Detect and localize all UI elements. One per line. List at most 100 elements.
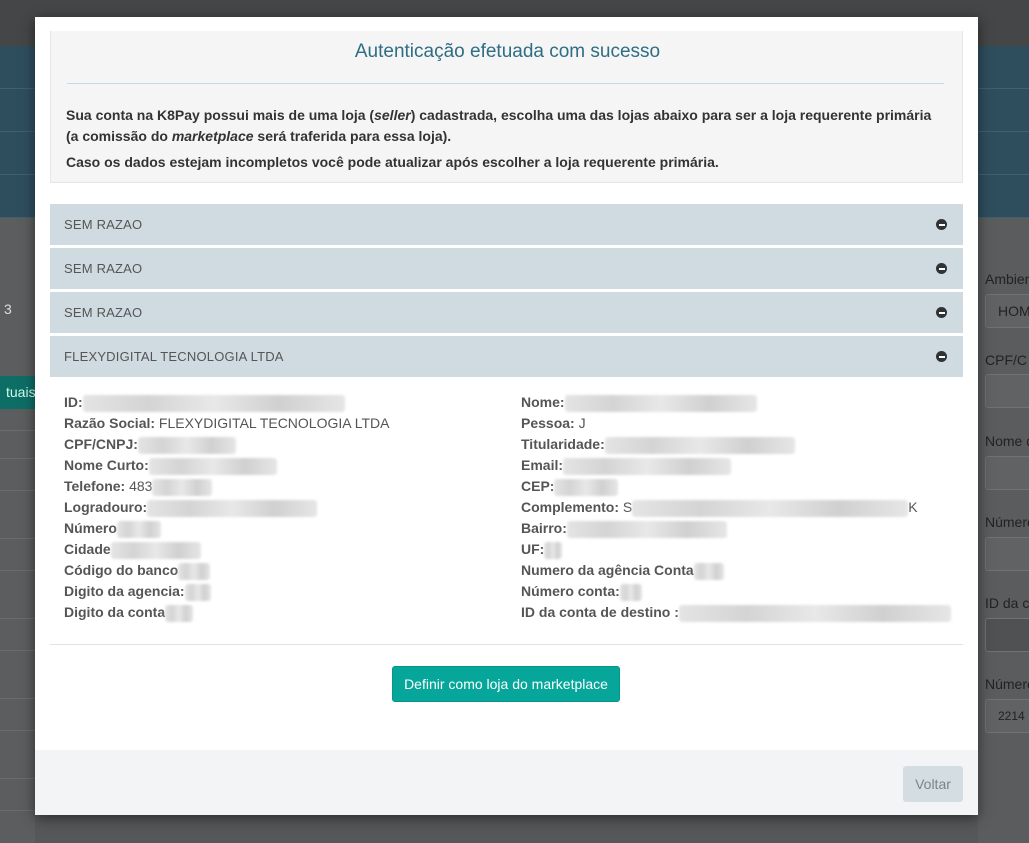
background-field-input: HOM: [985, 294, 1029, 328]
intro-text-part: ) cadastrada, escolha uma das lojas abai…: [410, 107, 932, 123]
details-divider: [50, 644, 963, 645]
detail-label: CEP:: [521, 478, 555, 494]
detail-numero-conta: Número conta:: [521, 583, 642, 601]
background-field-input: [985, 374, 1029, 408]
redacted-value: [632, 499, 909, 517]
redacted-value: [693, 562, 724, 580]
detail-label: UF:: [521, 541, 545, 557]
detail-cidade: Cidade: [64, 541, 201, 559]
back-button[interactable]: Voltar: [903, 766, 963, 802]
detail-label: Titularidade:: [521, 436, 605, 452]
detail-numero-agencia: Numero da agência Conta: [521, 562, 724, 580]
store-accordion-header-expanded[interactable]: FLEXYDIGITAL TECNOLOGIA LTDA: [50, 336, 963, 377]
detail-label: CPF/CNPJ:: [64, 436, 138, 452]
store-name: FLEXYDIGITAL TECNOLOGIA LTDA: [64, 349, 284, 364]
store-name: SEM RAZAO: [64, 305, 143, 320]
detail-numero: Número: [64, 520, 161, 538]
detail-label: Logradouro:: [64, 499, 148, 515]
background-field-label: Ambien: [985, 271, 1029, 287]
collapse-icon[interactable]: [936, 307, 947, 318]
background-field-input: [985, 618, 1029, 652]
redacted-value: [147, 499, 318, 517]
background-field-label: Nome d: [985, 433, 1029, 449]
modal-footer: Voltar: [35, 750, 978, 815]
detail-codigo-banco: Código do banco: [64, 562, 211, 580]
redacted-value: [554, 478, 619, 496]
store-name: SEM RAZAO: [64, 217, 143, 232]
redacted-value: [110, 541, 201, 559]
detail-label: Número: [64, 520, 117, 536]
detail-label: Bairro:: [521, 520, 567, 536]
intro-marketplace-term: marketplace: [171, 128, 254, 144]
store-accordion-header[interactable]: SEM RAZAO: [50, 292, 963, 333]
collapse-icon[interactable]: [936, 219, 947, 230]
redacted-value: [152, 478, 213, 496]
redacted-value: [566, 520, 727, 538]
detail-label: ID da conta de destino :: [521, 604, 679, 620]
collapse-icon[interactable]: [936, 263, 947, 274]
background-list-row: [0, 618, 35, 650]
detail-label: Email:: [521, 457, 564, 473]
redacted-value: [178, 562, 211, 580]
background-list-row: [0, 490, 35, 522]
detail-value: S: [622, 499, 633, 515]
detail-nome-curto: Nome Curto:: [64, 457, 277, 475]
background-left-menu: [0, 46, 35, 218]
intro-text-part: será traferida para essa loja).: [253, 128, 452, 144]
background-list-row: [0, 538, 35, 570]
background-list-row: [0, 458, 35, 490]
detail-value-suffix: K: [908, 499, 918, 515]
redacted-value: [184, 583, 211, 601]
detail-value: FLEXYDIGITAL TECNOLOGIA LTDA: [158, 415, 390, 431]
detail-id: ID:: [64, 394, 345, 412]
store-accordion-header[interactable]: SEM RAZAO: [50, 248, 963, 289]
detail-label: Digito da conta: [64, 604, 166, 620]
auth-info-box: Autenticação efetuada com sucesso Sua co…: [50, 31, 963, 183]
detail-bairro: Bairro:: [521, 520, 727, 538]
detail-label: Razão Social:: [64, 415, 156, 431]
detail-email: Email:: [521, 457, 732, 475]
background-list-row: [0, 650, 35, 682]
background-field-input: [985, 456, 1029, 490]
redacted-value: [137, 436, 236, 454]
redacted-value: [619, 583, 642, 601]
background-list-row: [0, 698, 35, 730]
detail-telefone: Telefone: 483: [64, 478, 213, 496]
detail-uf: UF:: [521, 541, 563, 559]
detail-logradouro: Logradouro:: [64, 499, 318, 517]
redacted-value: [563, 457, 732, 475]
intro-text-part: Sua conta na K8Pay possui mais de uma lo…: [66, 107, 375, 123]
redacted-value: [564, 394, 757, 412]
define-marketplace-store-button[interactable]: Definir como loja do marketplace: [392, 666, 620, 702]
background-field-label: CPF/C: [985, 352, 1027, 368]
background-right-menu: [978, 46, 1029, 218]
detail-titularidade: Titularidade:: [521, 436, 795, 454]
detail-label: Pessoa:: [521, 415, 575, 431]
background-list-row: [0, 810, 35, 842]
background-field-input: [985, 537, 1029, 571]
detail-label: ID:: [64, 394, 83, 410]
background-list-row: [0, 570, 35, 602]
detail-label: Cidade: [64, 541, 111, 557]
background-list-row: [0, 730, 35, 762]
redacted-value: [165, 604, 194, 622]
detail-label: Nome Curto:: [64, 457, 149, 473]
title-divider: [67, 83, 944, 84]
detail-id-conta-destino: ID da conta de destino :: [521, 604, 951, 622]
redacted-value: [678, 604, 951, 622]
intro-note: Caso os dados estejam incompletos você p…: [66, 154, 719, 170]
detail-label: Numero da agência Conta: [521, 562, 694, 578]
detail-label: Código do banco: [64, 562, 179, 578]
store-name: SEM RAZAO: [64, 261, 143, 276]
detail-cpf-cnpj: CPF/CNPJ:: [64, 436, 236, 454]
redacted-value: [148, 457, 277, 475]
redacted-value: [82, 394, 345, 412]
modal-title: Autenticação efetuada com sucesso: [354, 41, 661, 62]
modal-body: Autenticação efetuada com sucesso Sua co…: [35, 17, 978, 750]
store-accordion-header[interactable]: SEM RAZAO: [50, 204, 963, 245]
redacted-value: [604, 436, 795, 454]
intro-text-part: (a comissão do: [66, 128, 172, 144]
detail-label: Número conta:: [521, 583, 620, 599]
collapse-icon[interactable]: [936, 351, 947, 362]
detail-nome: Nome:: [521, 394, 757, 412]
